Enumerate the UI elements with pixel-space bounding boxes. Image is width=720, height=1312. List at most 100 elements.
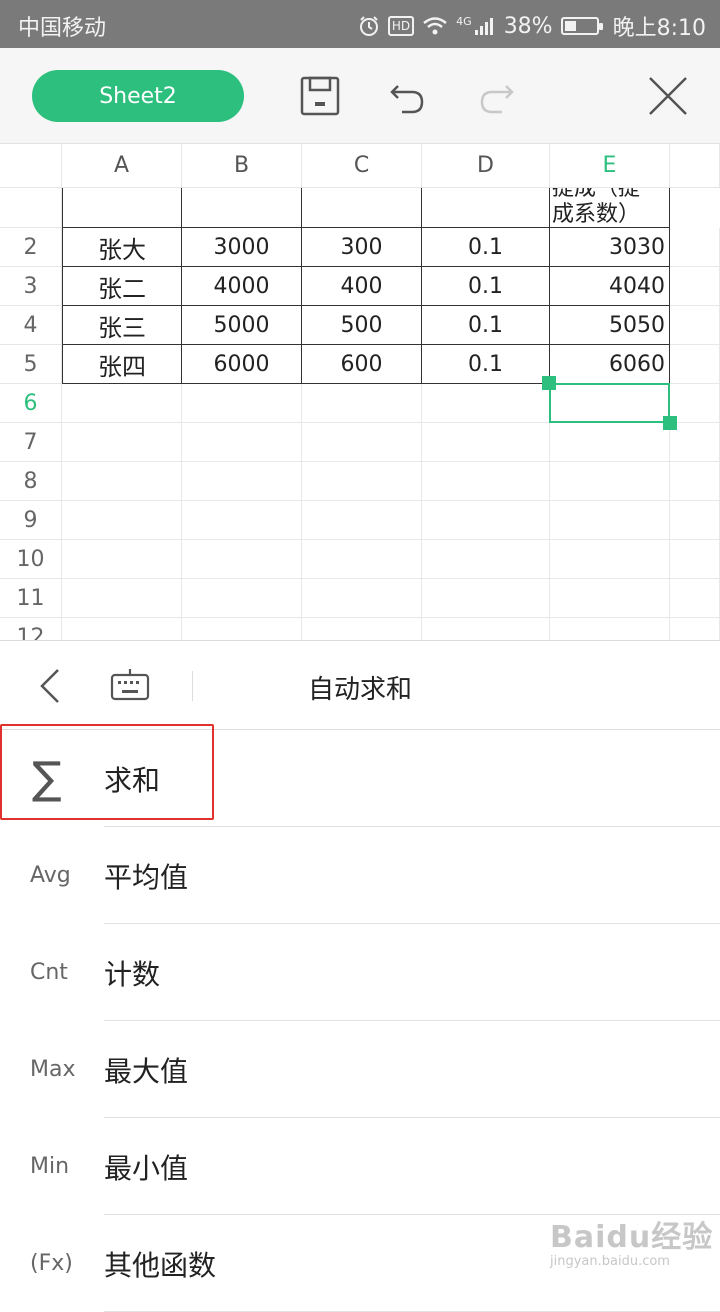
cell-a4[interactable]: 张三: [62, 306, 182, 345]
selected-cell-e6[interactable]: [549, 383, 670, 423]
row-header[interactable]: 11: [0, 579, 62, 618]
row-header[interactable]: 7: [0, 423, 62, 462]
cell-e2[interactable]: 3030: [550, 228, 670, 267]
empty-cell[interactable]: [422, 579, 550, 618]
cell-c4[interactable]: 500: [302, 306, 422, 345]
empty-cell[interactable]: [550, 618, 670, 640]
cell-b3[interactable]: 4000: [182, 267, 302, 306]
cell-f5[interactable]: [670, 345, 720, 384]
empty-cell[interactable]: [62, 462, 182, 501]
empty-cell[interactable]: [182, 423, 302, 462]
empty-cell[interactable]: [670, 384, 720, 423]
column-header-c[interactable]: C: [302, 144, 422, 188]
column-header-b[interactable]: B: [182, 144, 302, 188]
empty-cell[interactable]: [670, 423, 720, 462]
row-header[interactable]: [0, 188, 62, 228]
cell-d5[interactable]: 0.1: [422, 345, 550, 384]
empty-cell[interactable]: [182, 462, 302, 501]
empty-cell[interactable]: [422, 384, 550, 423]
cell-a2[interactable]: 张大: [62, 228, 182, 267]
cell-f3[interactable]: [670, 267, 720, 306]
save-icon[interactable]: [298, 74, 342, 118]
column-header-a[interactable]: A: [62, 144, 182, 188]
cell-b2[interactable]: 3000: [182, 228, 302, 267]
empty-cell[interactable]: [302, 384, 422, 423]
empty-cell[interactable]: [422, 540, 550, 579]
cell-c5[interactable]: 600: [302, 345, 422, 384]
empty-cell[interactable]: [422, 501, 550, 540]
empty-cell[interactable]: [62, 423, 182, 462]
corner-cell[interactable]: [0, 144, 62, 188]
empty-cell[interactable]: [182, 501, 302, 540]
empty-cell[interactable]: [422, 462, 550, 501]
row-header[interactable]: 2: [0, 228, 62, 267]
sheet-tab-button[interactable]: Sheet2: [32, 70, 244, 122]
function-average[interactable]: Avg 平均值: [0, 827, 720, 924]
empty-cell[interactable]: [302, 501, 422, 540]
empty-cell[interactable]: [422, 618, 550, 640]
back-chevron-icon[interactable]: [38, 667, 62, 705]
cell-a1[interactable]: [62, 188, 182, 228]
redo-icon[interactable]: [474, 74, 518, 118]
cell-a3[interactable]: 张二: [62, 267, 182, 306]
keyboard-icon[interactable]: [110, 667, 150, 701]
column-header-d[interactable]: D: [422, 144, 550, 188]
empty-cell[interactable]: [302, 540, 422, 579]
cell-d4[interactable]: 0.1: [422, 306, 550, 345]
cell-e5[interactable]: 6060: [550, 345, 670, 384]
row-header[interactable]: 4: [0, 306, 62, 345]
column-header-e[interactable]: E: [550, 144, 670, 188]
cell-b4[interactable]: 5000: [182, 306, 302, 345]
function-count[interactable]: Cnt 计数: [0, 924, 720, 1021]
row-header[interactable]: 3: [0, 267, 62, 306]
cell-f4[interactable]: [670, 306, 720, 345]
function-max[interactable]: Max 最大值: [0, 1021, 720, 1118]
empty-cell[interactable]: [182, 579, 302, 618]
empty-cell[interactable]: [62, 501, 182, 540]
cell-e3[interactable]: 4040: [550, 267, 670, 306]
empty-cell[interactable]: [550, 501, 670, 540]
cell-a5[interactable]: 张四: [62, 345, 182, 384]
empty-cell[interactable]: [670, 462, 720, 501]
cell-c2[interactable]: 300: [302, 228, 422, 267]
empty-cell[interactable]: [302, 423, 422, 462]
column-header-f[interactable]: [670, 144, 720, 188]
empty-cell[interactable]: [62, 384, 182, 423]
empty-cell[interactable]: [302, 579, 422, 618]
row-header[interactable]: 6: [0, 384, 62, 423]
empty-cell[interactable]: [62, 579, 182, 618]
cell-d1[interactable]: [422, 188, 550, 228]
cell-f2[interactable]: [670, 228, 720, 267]
empty-cell[interactable]: [670, 618, 720, 640]
cell-d3[interactable]: 0.1: [422, 267, 550, 306]
empty-cell[interactable]: [62, 540, 182, 579]
row-header[interactable]: 8: [0, 462, 62, 501]
empty-cell[interactable]: [62, 618, 182, 640]
cell-b1[interactable]: [182, 188, 302, 228]
close-icon[interactable]: [646, 74, 690, 118]
cell-c1[interactable]: [302, 188, 422, 228]
empty-cell[interactable]: [182, 540, 302, 579]
empty-cell[interactable]: [550, 540, 670, 579]
cell-d2[interactable]: 0.1: [422, 228, 550, 267]
empty-cell[interactable]: [302, 462, 422, 501]
empty-cell[interactable]: [670, 501, 720, 540]
empty-cell[interactable]: [550, 423, 670, 462]
empty-cell[interactable]: [182, 618, 302, 640]
empty-cell[interactable]: [302, 618, 422, 640]
empty-cell[interactable]: [550, 462, 670, 501]
cell-e4[interactable]: 5050: [550, 306, 670, 345]
cell-c3[interactable]: 400: [302, 267, 422, 306]
row-header[interactable]: 10: [0, 540, 62, 579]
row-header[interactable]: 5: [0, 345, 62, 384]
selection-handle-bottom[interactable]: [663, 416, 677, 430]
undo-icon[interactable]: [386, 74, 430, 118]
function-min[interactable]: Min 最小值: [0, 1118, 720, 1215]
empty-cell[interactable]: [670, 540, 720, 579]
empty-cell[interactable]: [422, 423, 550, 462]
cell-b5[interactable]: 6000: [182, 345, 302, 384]
row-header[interactable]: 9: [0, 501, 62, 540]
empty-cell[interactable]: [550, 579, 670, 618]
row-header[interactable]: 12: [0, 618, 62, 640]
selection-handle-top[interactable]: [542, 376, 556, 390]
